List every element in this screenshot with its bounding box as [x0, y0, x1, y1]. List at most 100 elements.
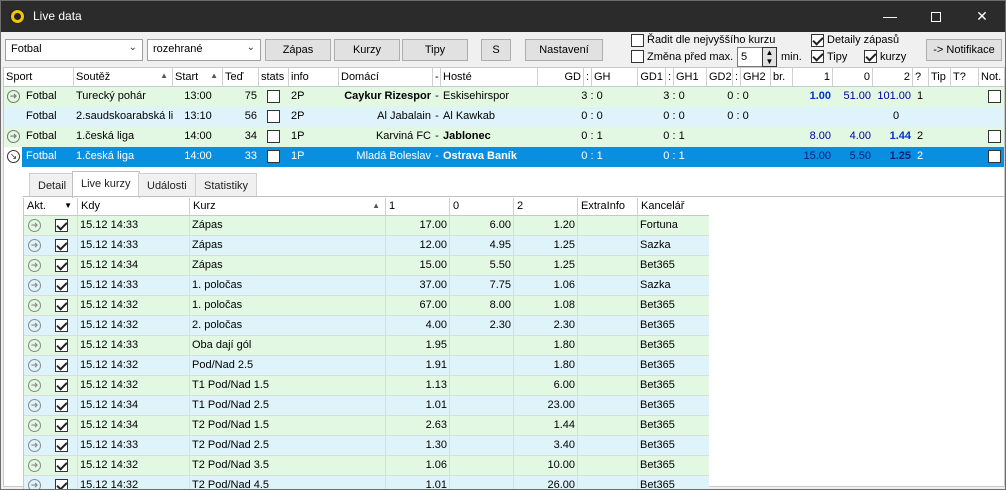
header-odds-2[interactable]: 2	[873, 68, 913, 87]
odds-row[interactable]: ➜ 15.12 14:33 Zápas 12.00 4.95 1.25 Sazka	[24, 236, 709, 256]
odds-row[interactable]: ➜ 15.12 14:32 T2 Pod/Nad 3.5 1.06 10.00 Bet36…	[24, 456, 709, 476]
header-extrainfo[interactable]: ExtraInfo	[578, 198, 638, 216]
header-gh[interactable]: GH	[592, 68, 638, 87]
arrow-right-circle-icon[interactable]: ➜	[7, 130, 20, 143]
header-stats[interactable]: stats	[259, 68, 289, 87]
cell-gd2: 0 : 0	[727, 90, 749, 102]
header-v2[interactable]: 2	[514, 198, 578, 216]
cell-kancelar: Fortuna	[638, 216, 709, 236]
odds-row[interactable]: ➜ 15.12 14:34 T1 Pod/Nad 2.5 1.01 23.00 Bet36…	[24, 396, 709, 416]
cell-gd: 0 : 1	[581, 150, 603, 162]
header-notify[interactable]: Not.	[979, 68, 1004, 87]
stats-checkbox[interactable]	[267, 130, 280, 143]
header-kdy[interactable]: Kdy	[78, 198, 190, 216]
state-select[interactable]: rozehrané ⌄	[147, 39, 261, 61]
odds-row[interactable]: ➜ 15.12 14:32 Pod/Nad 2.5 1.91 1.80 Bet365	[24, 356, 709, 376]
cell-gd: 0 : 0	[581, 110, 603, 122]
tipy-button[interactable]: Tipy	[402, 39, 468, 61]
tips-checkbox[interactable]	[811, 50, 824, 63]
stats-checkbox[interactable]	[267, 110, 280, 123]
header-odds-0[interactable]: 0	[833, 68, 873, 87]
tab-live-kurzy[interactable]: Live kurzy	[72, 171, 140, 199]
minimize-button[interactable]: —	[867, 1, 913, 32]
cell-gd1: 3 : 0	[663, 90, 685, 102]
odds-row[interactable]: ➜ 15.12 14:33 1. poločas 37.00 7.75 1.06 Sazka	[24, 276, 709, 296]
header-tip-question[interactable]: T?	[951, 68, 979, 87]
header-v1[interactable]: 1	[386, 198, 450, 216]
header-sport[interactable]: Sport	[4, 68, 74, 87]
cell-odds-2: 1.25	[889, 150, 911, 162]
table-row[interactable]: ➜ Fotbal Turecký pohár 13:00 75 2P Cayku…	[4, 87, 1004, 107]
table-row-selected[interactable]: ↘ Fotbal 1.česká liga 14:00 33 1P Mladá …	[4, 147, 1004, 167]
header-start[interactable]: Start ▲	[173, 68, 223, 87]
cell-v1: 1.06	[386, 456, 450, 476]
header-gd2[interactable]: GD2	[707, 68, 733, 87]
header-kancelar[interactable]: Kancelář	[638, 198, 709, 216]
collapse-circle-icon[interactable]: ↘	[7, 150, 20, 163]
cell-v2: 1.25	[514, 236, 578, 256]
odds-row[interactable]: ➜ 15.12 14:33 Oba dají gól 1.95 1.80 Bet365	[24, 336, 709, 356]
minutes-input[interactable]: 5	[737, 47, 763, 67]
cell-soutez: 2.saudskoarabská liga	[76, 110, 173, 122]
cell-sep: -	[435, 130, 439, 142]
odds-row[interactable]: ➜ 15.12 14:34 Zápas 15.00 5.50 1.25 Bet365	[24, 256, 709, 276]
kurzy-button[interactable]: Kurzy	[334, 39, 400, 61]
odds-row[interactable]: ➜ 15.12 14:32 1. poločas 67.00 8.00 1.08 Bet36…	[24, 296, 709, 316]
zapas-button[interactable]: Zápas	[265, 39, 331, 61]
odds-row[interactable]: ➜ 15.12 14:32 T2 Pod/Nad 4.5 1.01 26.00 Bet36…	[24, 476, 709, 489]
cell-hoste: Ostrava Baník	[443, 150, 517, 162]
stats-checkbox[interactable]	[267, 150, 280, 163]
notifications-button[interactable]: -> Notifikace	[926, 39, 1002, 61]
cell-v2: 10.00	[514, 456, 578, 476]
tabs-divider	[23, 196, 1005, 197]
nastaveni-button[interactable]: Nastavení	[525, 39, 603, 61]
header-gd[interactable]: GD	[538, 68, 584, 87]
odds-row[interactable]: ➜ 15.12 14:34 T2 Pod/Nad 1.5 2.63 1.44 Bet365	[24, 416, 709, 436]
header-tip[interactable]: Tip	[929, 68, 951, 87]
sort-by-max-odds-checkbox[interactable]	[631, 34, 644, 47]
header-v0[interactable]: 0	[450, 198, 514, 216]
header-hoste[interactable]: Hosté	[441, 68, 538, 87]
change-before-max-checkbox[interactable]	[631, 50, 644, 63]
header-question[interactable]: ?	[913, 68, 929, 87]
cell-hoste: Jablonec	[443, 130, 491, 142]
close-button[interactable]: ✕	[959, 1, 1005, 32]
tab-statistiky[interactable]: Statistiky	[195, 173, 258, 197]
header-gd1[interactable]: GD1	[638, 68, 666, 87]
cell-extrainfo	[578, 276, 638, 296]
odds-checkbox[interactable]	[864, 50, 877, 63]
header-kurz[interactable]: Kurz ▲	[190, 198, 386, 216]
header-soutez[interactable]: Soutěž ▲	[74, 68, 173, 87]
odds-row[interactable]: ➜ 15.12 14:33 T2 Pod/Nad 2.5 1.30 3.40 Bet365	[24, 436, 709, 456]
header-ted[interactable]: Teď	[223, 68, 259, 87]
header-info[interactable]: info	[289, 68, 339, 87]
header-br[interactable]: br.	[771, 68, 793, 87]
s-button[interactable]: S	[481, 39, 511, 61]
sort-asc-icon: ▲	[160, 71, 168, 80]
header-akt[interactable]: Akt. ▼	[24, 198, 78, 216]
tab-detail[interactable]: Detail	[29, 173, 76, 197]
filter-dropdown-icon[interactable]: ▼	[64, 201, 72, 210]
maximize-button[interactable]	[913, 1, 959, 32]
notify-checkbox[interactable]	[988, 150, 1001, 163]
stats-checkbox[interactable]	[267, 90, 280, 103]
cell-v1: 67.00	[386, 296, 450, 316]
cell-info: 2P	[291, 110, 305, 122]
minutes-spinner[interactable]: ▲ ▼	[762, 47, 777, 67]
header-gh2[interactable]: GH2	[741, 68, 771, 87]
table-row[interactable]: Fotbal 2.saudskoarabská liga 13:10 56 2P…	[4, 107, 1004, 127]
odds-row[interactable]: ➜ 15.12 14:33 Zápas 17.00 6.00 1.20 Fortuna	[24, 216, 709, 236]
odds-row[interactable]: ➜ 15.12 14:32 2. poločas 4.00 2.30 2.30 Bet365	[24, 316, 709, 336]
table-row[interactable]: ➜ Fotbal 1.česká liga 14:00 34 1P Karvin…	[4, 127, 1004, 147]
match-details-checkbox[interactable]	[811, 34, 824, 47]
header-domaci[interactable]: Domácí	[339, 68, 433, 87]
header-odds-1[interactable]: 1	[793, 68, 833, 87]
header-gh1[interactable]: GH1	[674, 68, 707, 87]
odds-row[interactable]: ➜ 15.12 14:32 T1 Pod/Nad 1.5 1.13 6.00 Bet365	[24, 376, 709, 396]
arrow-right-circle-icon[interactable]: ➜	[7, 90, 20, 103]
cell-extrainfo	[578, 216, 638, 236]
sport-select[interactable]: Fotbal ⌄	[5, 39, 143, 61]
notify-checkbox[interactable]	[988, 90, 1001, 103]
tab-udalosti[interactable]: Události	[138, 173, 196, 197]
notify-checkbox[interactable]	[988, 130, 1001, 143]
